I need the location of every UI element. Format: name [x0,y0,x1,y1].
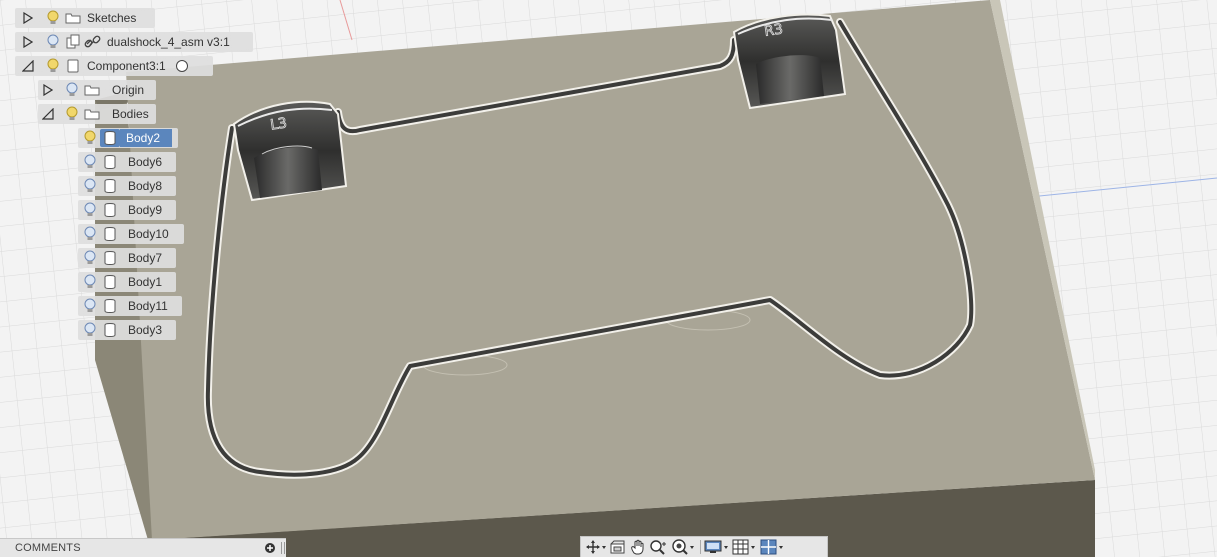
tree-item-label: Component3:1 [87,59,166,73]
comments-label: COMMENTS [15,542,81,554]
expand-triangle-icon[interactable] [21,11,35,25]
tree-item-label: Origin [112,83,145,97]
lightbulb-off-icon[interactable] [80,273,100,291]
lightbulb-icon[interactable] [43,57,63,75]
tree-item-body2[interactable]: Body2 [78,128,178,148]
tree-item-label: Body9 [128,203,163,217]
lightbulb-off-icon[interactable] [80,249,100,267]
toolbar-separator [700,540,701,554]
canvas-viewport[interactable]: L3 R3 [0,0,1217,557]
tree-item-label: Body11 [128,299,168,313]
tree-item-body10[interactable]: Body10 [78,224,184,244]
body-icon [100,201,120,219]
tree-item-bodies[interactable]: Bodies [38,104,156,124]
lightbulb-off-icon[interactable] [80,177,100,195]
expand-triangle-icon[interactable] [41,83,55,97]
tree-item-component3[interactable]: Component3:1 [15,56,213,76]
folder-icon [63,9,83,27]
body-icon [100,153,120,171]
tree-item-label: Body3 [128,323,163,337]
body-icon [100,297,120,315]
display-settings-icon[interactable] [704,538,730,556]
tree-item-body11[interactable]: Body11 [78,296,182,316]
lightbulb-icon[interactable] [43,9,63,27]
component-icon [63,57,83,75]
zoom-icon[interactable] [649,538,669,556]
lightbulb-off-icon[interactable] [80,321,100,339]
right-pad-label: R3 [763,21,784,39]
tree-item-label: Body8 [128,179,163,193]
left-pad-label: L3 [269,115,288,133]
lightbulb-off-icon[interactable] [80,153,100,171]
tree-item-origin[interactable]: Origin [38,80,156,100]
tree-item-label: Body2 [120,129,173,147]
tree-item-label: Body10 [128,227,169,241]
tree-item-body6[interactable]: Body6 [78,152,176,172]
lightbulb-off-icon[interactable] [62,81,82,99]
expand-triangle-icon[interactable] [21,35,35,49]
folder-icon [82,81,102,99]
comments-panel-bar[interactable]: COMMENTS [0,538,286,557]
tree-item-label: Body1 [128,275,163,289]
plus-circle-icon[interactable] [264,542,276,554]
grid-settings-icon[interactable] [732,538,758,556]
tree-item-label: Body7 [128,251,163,265]
body-icon [100,273,120,291]
lightbulb-off-icon[interactable] [43,33,63,51]
body-icon [100,321,120,339]
look-at-icon[interactable] [609,538,627,556]
tree-item-body9[interactable]: Body9 [78,200,176,220]
tree-item-label: Sketches [87,11,137,25]
tree-item-label: Bodies [112,107,149,121]
model-scene: L3 R3 [0,0,1217,557]
folder-icon [82,105,102,123]
panel-grip-icon[interactable] [281,542,285,554]
block-top-face [126,0,1095,540]
body-icon [100,249,120,267]
lightbulb-icon[interactable] [80,129,100,147]
activate-radio-icon[interactable] [172,57,192,75]
right-stick-pocket: R3 [732,13,847,110]
documents-icon [63,33,83,51]
tree-item-label: Body6 [128,155,163,169]
tree-item-sketches[interactable]: Sketches [15,8,155,28]
tree-item-label: dualshock_4_asm v3:1 [107,35,230,49]
viewports-icon[interactable] [760,538,786,556]
body-icon [100,225,120,243]
left-stick-pocket: L3 [232,100,348,202]
body-icon [100,177,120,195]
navigation-bar [580,536,828,557]
tree-item-body1[interactable]: Body1 [78,272,176,292]
collapse-triangle-icon[interactable] [41,107,55,121]
lightbulb-icon[interactable] [62,105,82,123]
link-icon [83,33,103,51]
tree-item-body8[interactable]: Body8 [78,176,176,196]
lightbulb-off-icon[interactable] [80,201,100,219]
collapse-triangle-icon[interactable] [21,59,35,73]
orbit-icon[interactable] [585,538,607,556]
lightbulb-off-icon[interactable] [80,225,100,243]
lightbulb-off-icon[interactable] [80,297,100,315]
tree-item-body3[interactable]: Body3 [78,320,176,340]
tree-item-body7[interactable]: Body7 [78,248,176,268]
body-icon [100,129,120,147]
tree-item-dualshock-asm[interactable]: dualshock_4_asm v3:1 [15,32,253,52]
pan-icon[interactable] [629,538,647,556]
fit-icon[interactable] [671,538,695,556]
